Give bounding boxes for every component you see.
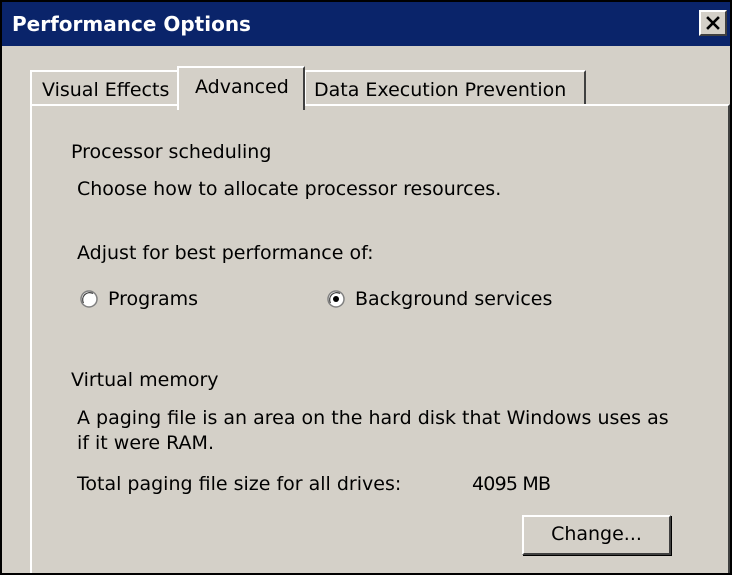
radio-background-services-label: Background services (355, 288, 553, 310)
radio-programs[interactable]: Programs (80, 287, 220, 313)
tab-advanced-label: Advanced (195, 76, 289, 98)
radio-checked-icon (327, 290, 345, 308)
change-button[interactable]: Change... (522, 515, 671, 555)
tab-data-execution-prevention[interactable]: Data Execution Prevention (304, 70, 586, 106)
total-paging-size-label: Total paging file size for all drives: (77, 473, 402, 495)
tab-advanced[interactable]: Advanced (177, 66, 305, 110)
radio-programs-label: Programs (108, 288, 199, 310)
tab-visual-effects-label: Visual Effects (42, 79, 170, 101)
radio-background-services[interactable]: Background services (327, 287, 567, 313)
advanced-tab-panel (30, 104, 730, 573)
close-x-icon (706, 16, 720, 30)
radio-unchecked-icon (80, 290, 98, 308)
adjust-performance-label: Adjust for best performance of: (77, 242, 374, 264)
paging-file-description-line1: A paging file is an area on the hard dis… (77, 407, 669, 429)
total-paging-size-value: 4095 MB (472, 473, 551, 495)
processor-description: Choose how to allocate processor resourc… (77, 178, 502, 200)
paging-file-description-line2: if it were RAM. (77, 432, 214, 454)
close-button[interactable] (699, 10, 727, 36)
virtual-memory-legend: Virtual memory (67, 368, 223, 392)
window-title: Performance Options (12, 12, 251, 36)
tab-dep-label: Data Execution Prevention (314, 79, 567, 101)
performance-options-dialog: Performance Options Visual Effects Advan… (0, 0, 732, 575)
processor-scheduling-legend: Processor scheduling (67, 140, 276, 164)
tab-visual-effects[interactable]: Visual Effects (30, 70, 179, 106)
title-bar: Performance Options (2, 2, 730, 46)
